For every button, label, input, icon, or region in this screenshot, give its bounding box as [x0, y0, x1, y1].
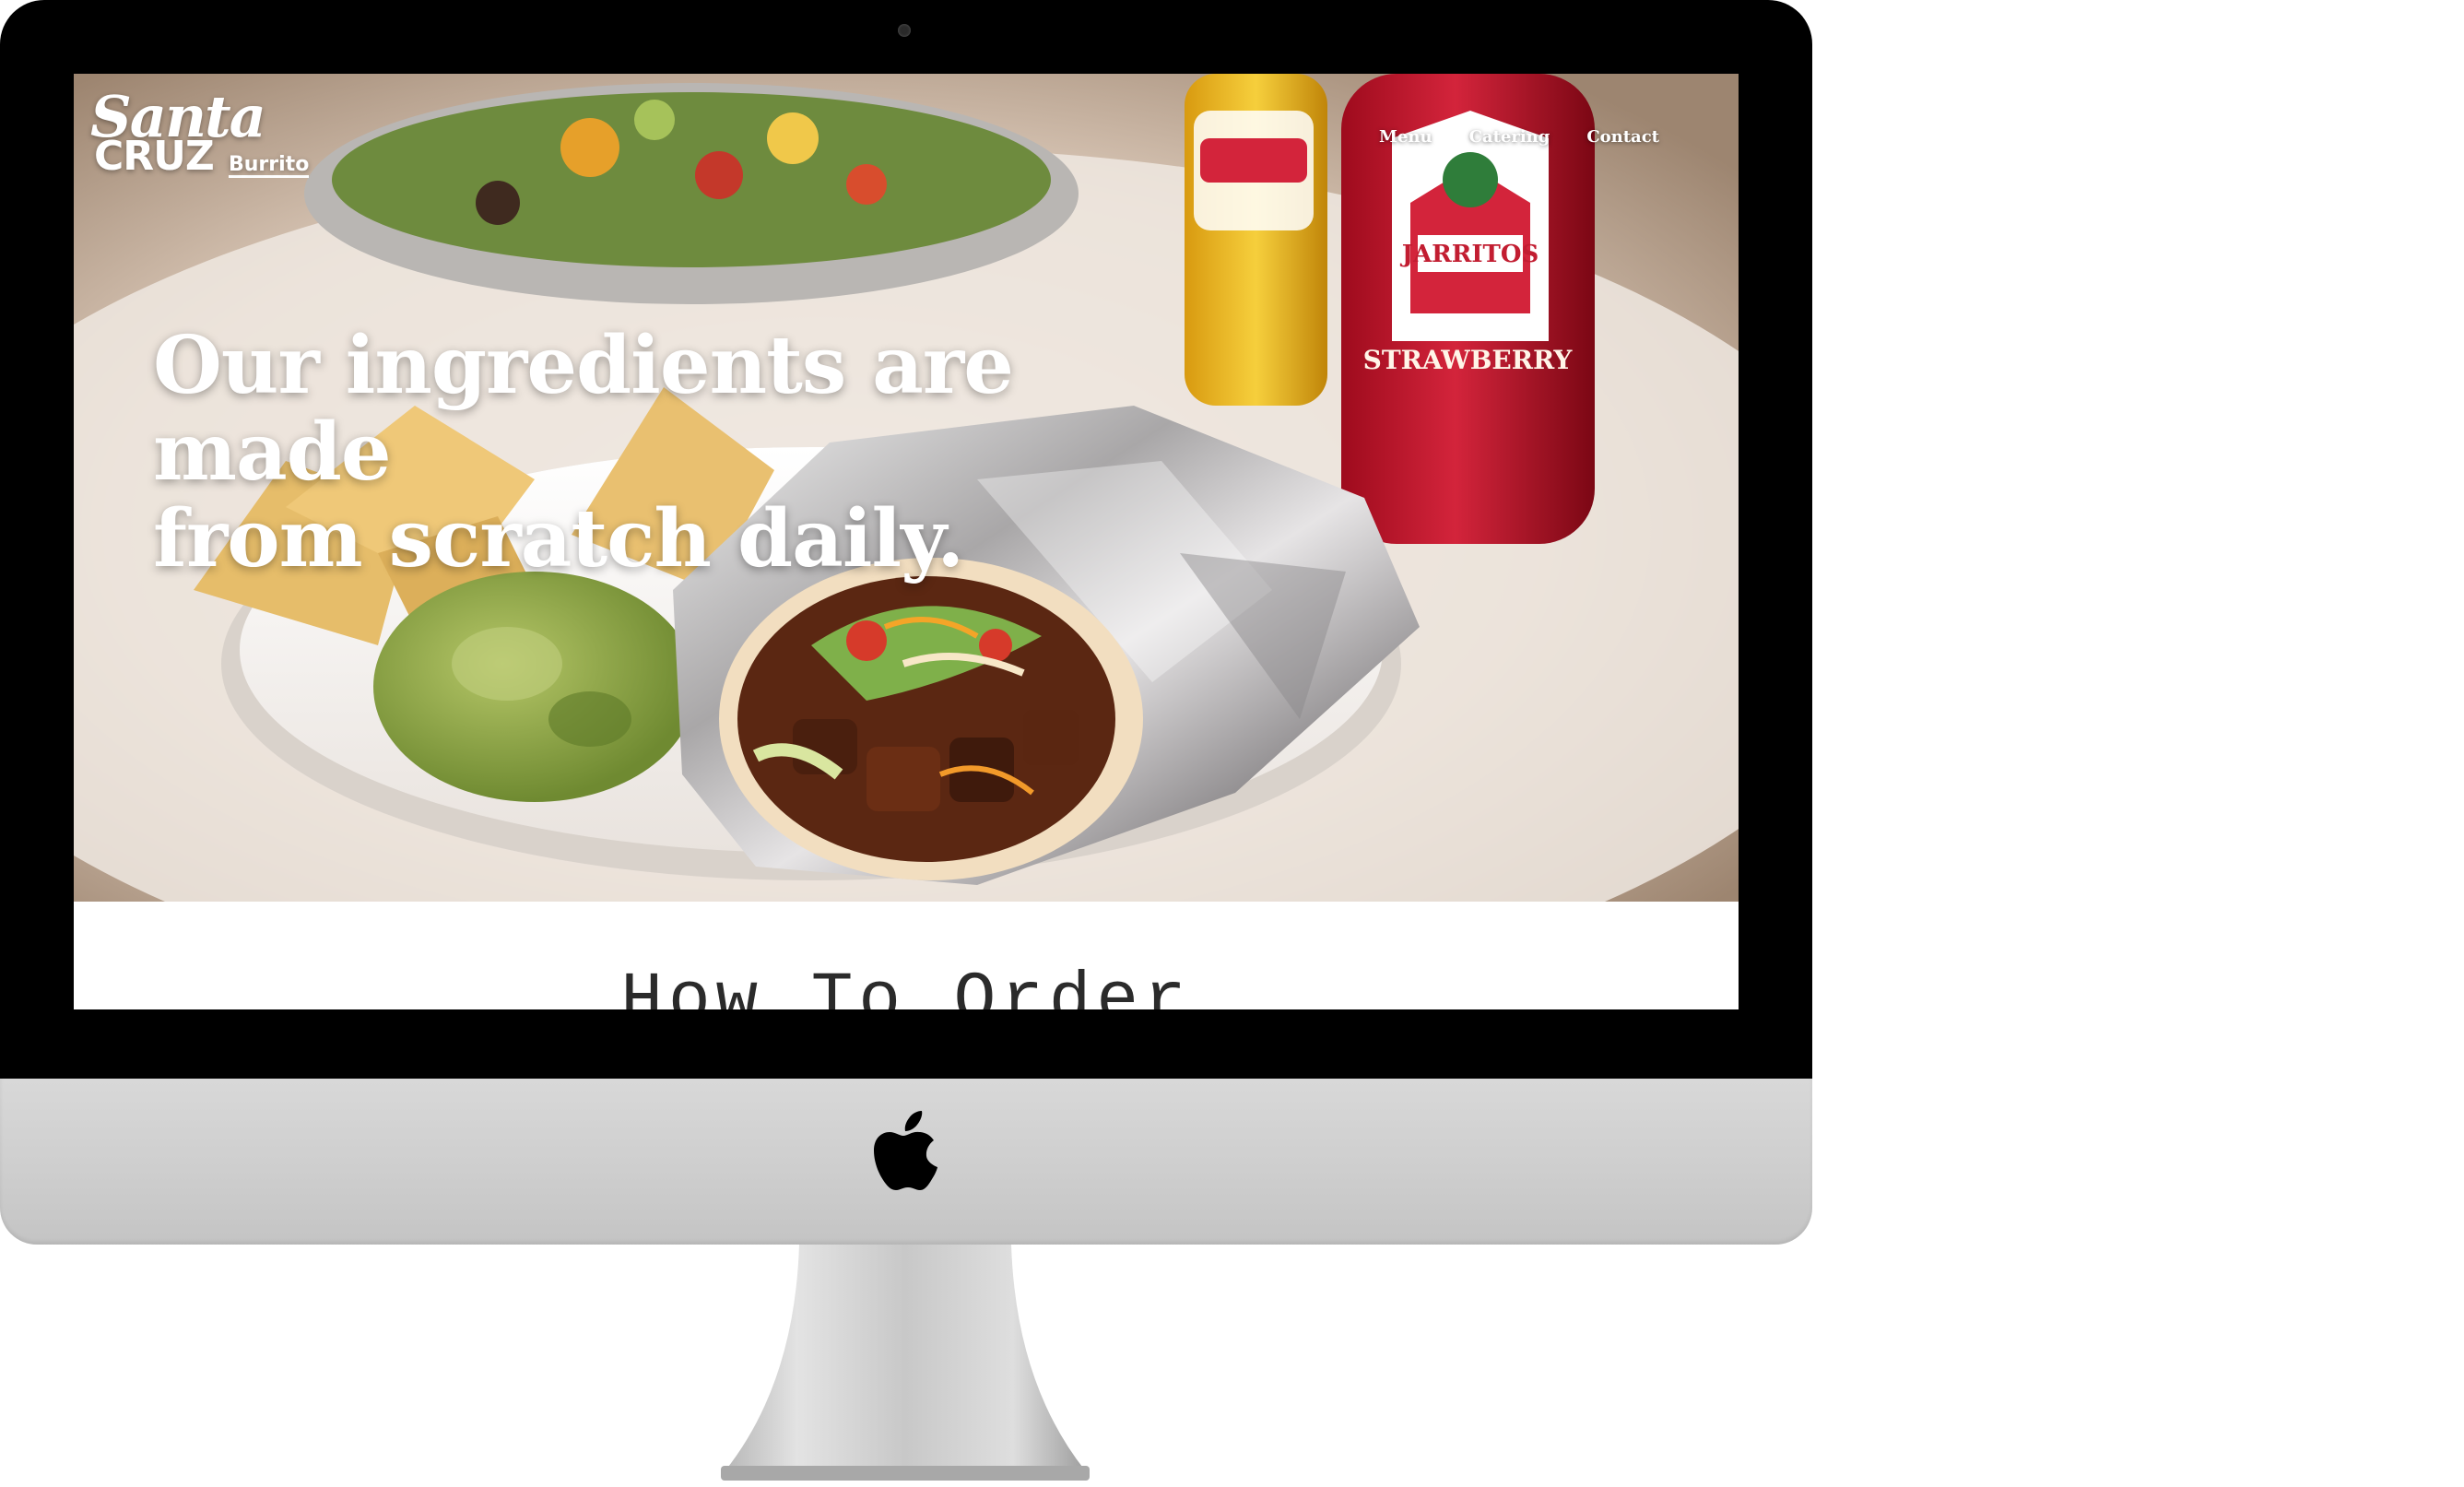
section-title-how-to-order: How To Order [620, 962, 1192, 1009]
bottle-flavor-label: STRAWBERRY [1363, 345, 1574, 375]
nav-link-menu[interactable]: Menu [1379, 127, 1432, 147]
hero-banner: JARRITOS STRAWBERRY Santa CRUZ Burrito M… [74, 74, 1739, 902]
logo-word-cruz: CRUZ [94, 133, 215, 180]
monitor-bezel: JARRITOS STRAWBERRY Santa CRUZ Burrito M… [0, 0, 1812, 1083]
logo-word-burrito: Burrito [229, 153, 310, 178]
nav-link-contact[interactable]: Contact [1586, 127, 1659, 147]
website-screen: JARRITOS STRAWBERRY Santa CRUZ Burrito M… [74, 74, 1739, 1009]
hero-headline-line-2: from scratch daily. [153, 492, 964, 585]
monitor-stand [721, 1245, 1090, 1481]
nav-link-catering[interactable]: Catering [1469, 127, 1550, 147]
hero-headline: Our ingredients are made from scratch da… [153, 323, 1259, 583]
apple-logo-icon [874, 1111, 937, 1190]
site-logo[interactable]: Santa CRUZ Burrito [90, 89, 330, 190]
main-nav: Menu Catering Contact [1379, 127, 1659, 147]
bottle-brand-label: JARRITOS [1400, 241, 1539, 268]
monitor-chin [0, 1079, 1812, 1245]
hero-headline-line-1: Our ingredients are made [153, 319, 1014, 499]
camera-icon [898, 24, 911, 37]
desktop-mockup: JARRITOS STRAWBERRY Santa CRUZ Burrito M… [0, 0, 2464, 1487]
